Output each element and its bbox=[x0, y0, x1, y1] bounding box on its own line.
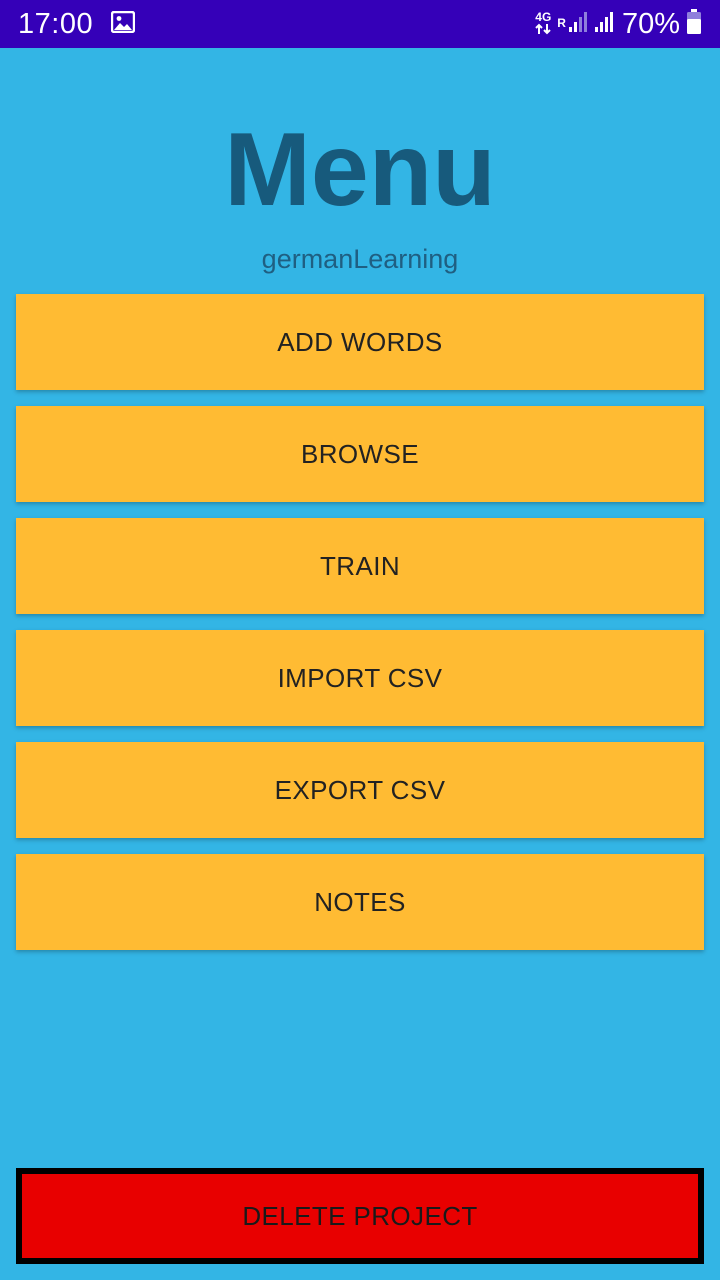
train-button[interactable]: TRAIN bbox=[16, 518, 704, 614]
status-left: 17:00 bbox=[18, 7, 136, 41]
signal-icon bbox=[568, 11, 588, 38]
image-icon bbox=[110, 10, 136, 38]
page-title: Menu bbox=[224, 112, 496, 228]
battery-percent: 70% bbox=[621, 7, 680, 40]
project-name: germanLearning bbox=[261, 244, 459, 274]
notes-button[interactable]: NOTES bbox=[16, 854, 704, 950]
delete-project-button[interactable]: DELETE PROJECT bbox=[16, 1168, 704, 1264]
add-words-button[interactable]: ADD WORDS bbox=[16, 294, 704, 390]
roaming-indicator: R bbox=[557, 15, 566, 30]
export-csv-button[interactable]: EXPORT CSV bbox=[16, 742, 704, 838]
import-csv-button[interactable]: IMPORT CSV bbox=[16, 630, 704, 726]
status-right: 4G R 70% bbox=[535, 8, 702, 41]
network-type: 4G bbox=[535, 9, 552, 24]
network-indicator: 4G bbox=[535, 9, 552, 37]
status-bar: 17:00 4G R 70% bbox=[0, 0, 720, 48]
data-arrows-icon bbox=[535, 23, 551, 37]
battery-icon bbox=[686, 8, 702, 40]
signal-icon bbox=[594, 11, 616, 38]
status-time: 17:00 bbox=[18, 7, 94, 40]
browse-button[interactable]: BROWSE bbox=[16, 406, 704, 502]
